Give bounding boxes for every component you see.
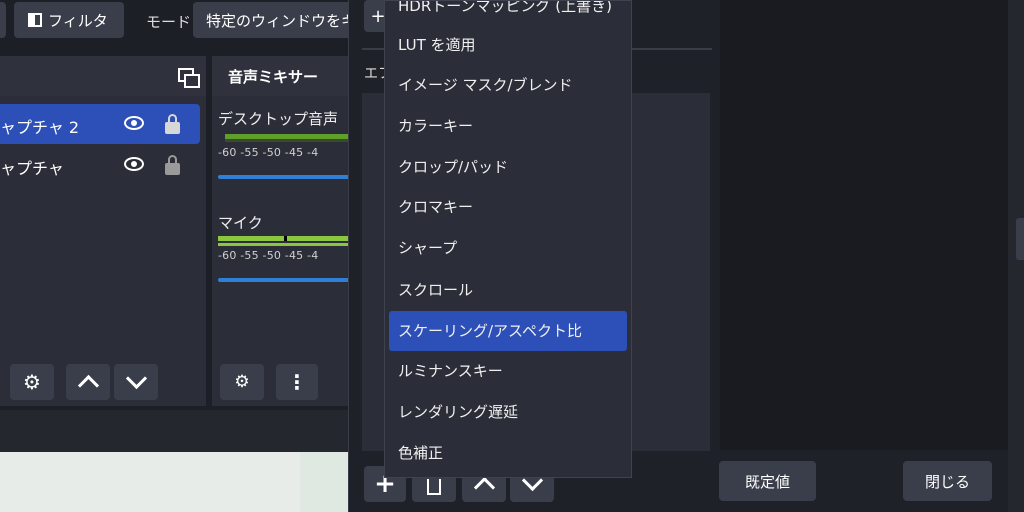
sources-header xyxy=(0,56,206,96)
source-settings-button[interactable]: ⚙ xyxy=(10,364,54,400)
default-button[interactable]: 既定値 xyxy=(719,461,816,501)
menu-item-apply-lut[interactable]: LUT を適用 xyxy=(389,26,627,64)
filter-label: フィルタ xyxy=(48,11,108,30)
move-up-button[interactable] xyxy=(66,364,110,400)
undock-icon[interactable] xyxy=(178,68,200,88)
preview-area xyxy=(720,0,1008,450)
more-vertical-icon: ⋮ xyxy=(287,370,307,394)
channel-name: デスクトップ音声 xyxy=(218,110,339,128)
menu-item-hdr-tonemap[interactable]: HDRトーンマッピング (上書き) xyxy=(389,1,627,25)
filter-icon xyxy=(28,13,42,27)
lock-icon[interactable] xyxy=(165,155,180,175)
menu-item-chroma-key[interactable]: クロマキー xyxy=(389,188,627,226)
meter-dark-band xyxy=(225,139,352,142)
filter-button[interactable]: フィルタ xyxy=(14,2,124,38)
source-item-label: ャプチャ xyxy=(0,159,64,178)
close-button[interactable]: 閉じる xyxy=(903,461,992,501)
chevron-up-icon xyxy=(77,374,99,397)
eye-icon[interactable] xyxy=(124,116,144,130)
volume-slider[interactable] xyxy=(218,175,352,179)
mixer-menu-button[interactable]: ⋮ xyxy=(276,364,318,400)
gear-icon: ⚙ xyxy=(23,370,41,394)
mode-select[interactable]: 特定のウィンドウをキ xyxy=(193,2,363,38)
mode-select-value: 特定のウィンドウをキ xyxy=(206,11,357,30)
source-item-selected[interactable]: ャプチャ 2 xyxy=(0,104,200,144)
desktop-background-green xyxy=(300,452,352,512)
volume-slider[interactable] xyxy=(218,278,352,282)
context-menu: HDRトーンマッピング (上書き) LUT を適用 イメージ マスク/ブレンド … xyxy=(384,0,632,478)
advanced-audio-button[interactable]: ⚙ xyxy=(220,364,264,400)
side-handle[interactable] xyxy=(1016,218,1024,260)
source-item-label: ャプチャ 2 xyxy=(0,118,80,137)
meter-scale: -60 -55 -50 -45 -4 xyxy=(218,146,319,159)
menu-item-color-key[interactable]: カラーキー xyxy=(389,107,627,145)
meter-scale: -60 -55 -50 -45 -4 xyxy=(218,249,319,262)
move-down-button[interactable] xyxy=(114,364,158,400)
lock-icon[interactable] xyxy=(165,114,180,134)
chevron-up-icon xyxy=(473,476,495,499)
eye-icon[interactable] xyxy=(124,157,144,171)
toolbar-left-button[interactable] xyxy=(0,2,6,38)
trash-icon xyxy=(425,475,443,495)
audio-mixer-title: 音声ミキサー xyxy=(228,68,319,86)
channel-name: マイク xyxy=(218,214,263,232)
status-bar xyxy=(0,410,352,452)
source-item[interactable]: ャプチャ xyxy=(0,146,200,184)
menu-item-image-mask[interactable]: イメージ マスク/ブレンド xyxy=(389,66,627,104)
menu-item-sharpen[interactable]: シャープ xyxy=(389,229,627,267)
menu-item-color-correction[interactable]: 色補正 xyxy=(389,434,627,472)
menu-item-scaling-aspect[interactable]: スケーリング/アスペクト比 xyxy=(389,311,627,351)
chevron-down-icon xyxy=(125,367,147,390)
meter-peak-marker xyxy=(284,236,287,241)
gears-icon: ⚙ xyxy=(234,372,250,392)
volume-meter xyxy=(218,243,352,246)
menu-item-render-delay[interactable]: レンダリング遅延 xyxy=(389,393,627,431)
menu-item-scroll[interactable]: スクロール xyxy=(389,271,627,309)
menu-item-crop-pad[interactable]: クロップ/パッド xyxy=(389,148,627,186)
mode-label: モード xyxy=(146,13,192,31)
menu-item-luma-key[interactable]: ルミナンスキー xyxy=(389,352,627,390)
